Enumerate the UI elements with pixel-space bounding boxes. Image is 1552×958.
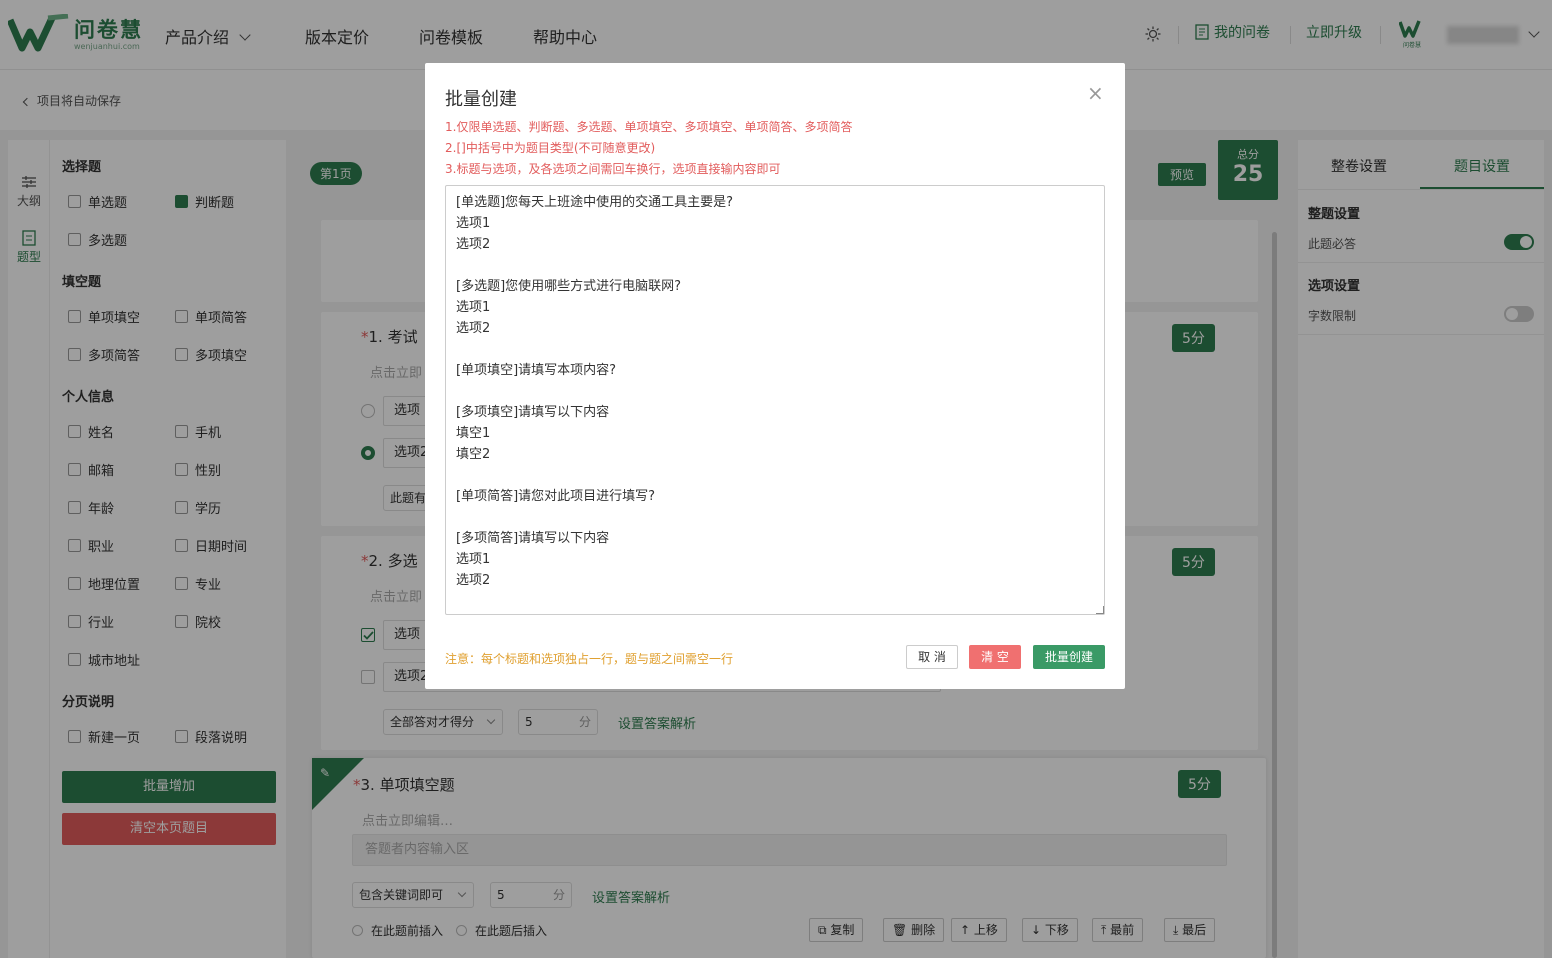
rule-line-3: 3.标题与选项，及各选项之间需回车换行，选项直接输内容即可 <box>445 162 781 176</box>
clear-button[interactable]: 清 空 <box>969 645 1021 669</box>
close-icon[interactable]: × <box>1087 83 1104 103</box>
resize-handle-icon[interactable] <box>1096 606 1104 614</box>
rule-line-2: 2.[]中括号中为题目类型(不可随意更改) <box>445 141 656 155</box>
batch-create-button[interactable]: 批量创建 <box>1033 645 1105 669</box>
format-note: 注意：每个标题和选项独占一行，题与题之间需空一行 <box>445 652 734 666</box>
cancel-button[interactable]: 取 消 <box>906 645 958 669</box>
rule-line-1: 1.仅限单选题、判断题、多选题、单项填空、多项填空、单项简答、多项简答 <box>445 120 853 134</box>
dialog-title: 批量创建 <box>445 89 517 110</box>
batch-create-dialog: 批量创建 × 1.仅限单选题、判断题、多选题、单项填空、多项填空、单项简答、多项… <box>425 63 1125 689</box>
batch-content-textarea[interactable]: [单选题]您每天上班途中使用的交通工具主要是? 选项1 选项2 [多选题]您使用… <box>445 185 1105 615</box>
